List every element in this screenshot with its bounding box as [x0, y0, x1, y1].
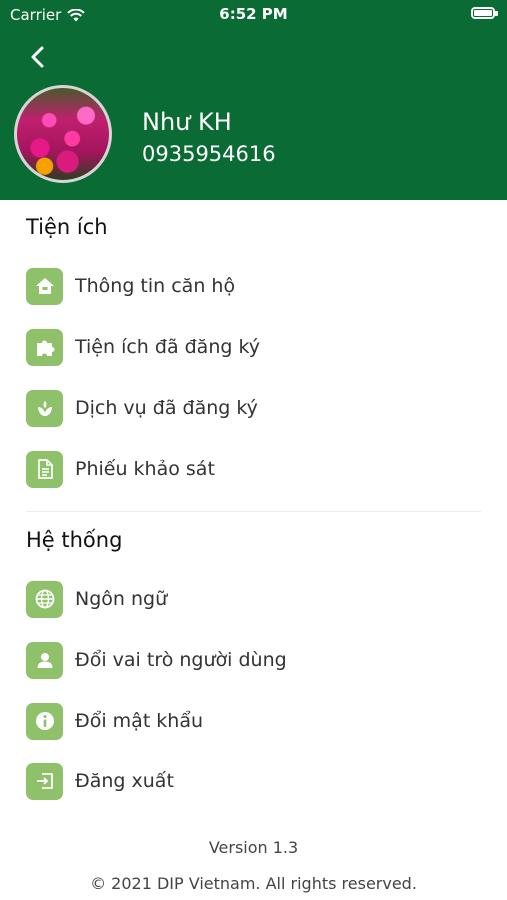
menu-item-language[interactable]: Ngôn ngữ [26, 579, 481, 619]
user-phone: 0935954616 [142, 142, 276, 166]
user-icon [26, 641, 63, 679]
copyright-text: © 2021 DIP Vietnam. All rights reserved. [90, 874, 417, 893]
app-version: Version 1.3 [208, 838, 299, 857]
avatar[interactable] [14, 85, 112, 183]
menu-item-registered-utilities[interactable]: Tiện ích đã đăng ký [26, 327, 481, 367]
document-icon [26, 450, 63, 488]
globe-icon [26, 580, 63, 618]
back-button[interactable] [24, 42, 54, 72]
chevron-left-icon [31, 46, 44, 68]
service-icon [26, 389, 63, 427]
menu-item-survey[interactable]: Phiếu khảo sát [26, 449, 481, 489]
menu-item-label: Dịch vụ đã đăng ký [75, 397, 258, 419]
menu-item-label: Tiện ích đã đăng ký [75, 336, 261, 358]
status-bar: Carrier 6:52 PM [0, 0, 507, 28]
section-title-utilities: Tiện ích [26, 215, 108, 239]
menu-item-label: Đổi vai trò người dùng [75, 649, 287, 671]
menu-item-label: Phiếu khảo sát [75, 458, 215, 480]
section-title-system: Hệ thống [26, 528, 123, 552]
status-time: 6:52 PM [219, 5, 288, 23]
menu-item-change-password[interactable]: Đổi mật khẩu [26, 701, 481, 741]
menu-item-label: Đổi mật khẩu [75, 710, 204, 732]
menu-item-registered-services[interactable]: Dịch vụ đã đăng ký [26, 388, 481, 428]
info-icon [26, 702, 63, 740]
home-icon [26, 267, 63, 305]
profile-header: Carrier 6:52 PM Như KH 0935954616 [0, 0, 507, 200]
puzzle-icon [26, 328, 63, 366]
battery-icon [471, 7, 498, 19]
menu-item-switch-role[interactable]: Đổi vai trò người dùng [26, 640, 481, 680]
menu-item-logout[interactable]: Đăng xuất [26, 761, 481, 801]
user-name: Như KH [142, 108, 232, 136]
menu-item-label: Đăng xuất [75, 770, 174, 792]
section-divider [26, 511, 481, 512]
menu-item-label: Ngôn ngữ [75, 588, 168, 610]
menu-item-label: Thông tin căn hộ [75, 275, 236, 297]
menu-item-apartment-info[interactable]: Thông tin căn hộ [26, 266, 481, 306]
logout-icon [26, 762, 63, 800]
